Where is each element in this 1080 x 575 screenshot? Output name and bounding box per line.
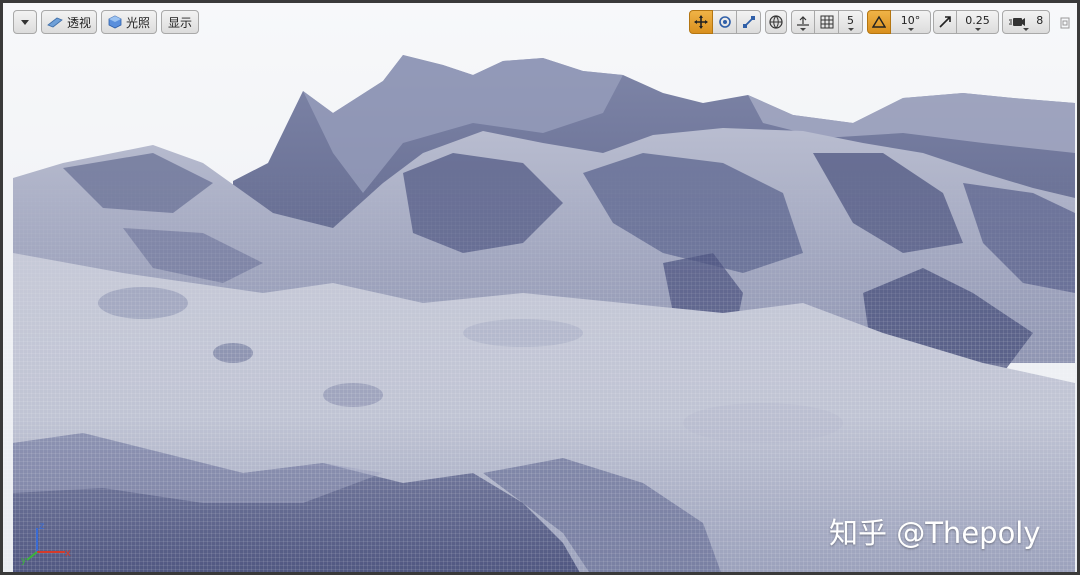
grid-snap-icon bbox=[820, 15, 833, 29]
rotate-tool-button[interactable] bbox=[713, 10, 737, 34]
scale-snap-icon bbox=[939, 16, 951, 28]
viewport-toolbar: 透视 光照 显示 5 10° 0.25 8 bbox=[13, 10, 1070, 36]
scale-tool-button[interactable] bbox=[737, 10, 761, 34]
translate-icon bbox=[694, 15, 708, 29]
surface-snap-button[interactable] bbox=[791, 10, 815, 34]
svg-text:z: z bbox=[39, 521, 44, 532]
maximize-icon bbox=[1060, 17, 1070, 29]
scale-snap-group: 0.25 bbox=[933, 10, 999, 34]
snapping-group: 5 bbox=[791, 10, 863, 34]
dropdown-arrow-icon bbox=[21, 19, 29, 25]
coordinate-space-group bbox=[765, 10, 787, 34]
rotation-snap-toggle[interactable] bbox=[867, 10, 891, 34]
rotate-icon bbox=[718, 16, 731, 28]
lit-mode-label: 光照 bbox=[125, 15, 150, 30]
perspective-button[interactable]: 透视 bbox=[41, 10, 97, 34]
rotation-snap-value: 10° bbox=[900, 13, 921, 27]
level-viewport[interactable]: 透视 光照 显示 5 10° 0.25 8 z x y 知乎 @Thepoly bbox=[0, 0, 1080, 575]
rotation-snap-caret bbox=[907, 28, 914, 31]
watermark-text: 知乎 @Thepoly bbox=[829, 516, 1041, 550]
axis-y: y bbox=[21, 551, 38, 566]
grid-snap-toggle[interactable] bbox=[815, 10, 839, 34]
scale-icon bbox=[742, 16, 755, 28]
lit-mode-button[interactable]: 光照 bbox=[101, 10, 157, 34]
surface-snap-icon bbox=[797, 16, 809, 26]
transform-tools-group bbox=[689, 10, 761, 34]
rotation-snap-value-dropdown[interactable]: 10° bbox=[891, 10, 931, 34]
rotation-snap-group: 10° bbox=[867, 10, 931, 34]
grid-snap-value: 5 bbox=[847, 13, 854, 27]
perspective-icon bbox=[47, 17, 63, 28]
world-local-icon bbox=[769, 15, 783, 29]
camera-speed-caret bbox=[1023, 28, 1029, 31]
scale-snap-caret bbox=[974, 28, 981, 31]
axis-z: z bbox=[36, 521, 44, 552]
lit-mode-icon bbox=[108, 15, 122, 29]
translate-tool-button[interactable] bbox=[689, 10, 713, 34]
show-flags-button[interactable]: 显示 bbox=[161, 10, 199, 34]
maximize-viewport-button[interactable] bbox=[1059, 15, 1071, 29]
axis-gizmo: z x y bbox=[21, 521, 71, 566]
scale-snap-value: 0.25 bbox=[965, 13, 990, 27]
show-label: 显示 bbox=[167, 15, 192, 30]
axis-x: x bbox=[37, 548, 71, 559]
camera-speed-value: 8 bbox=[1036, 13, 1044, 27]
world-local-toggle[interactable] bbox=[765, 10, 787, 34]
scale-snap-toggle[interactable] bbox=[933, 10, 957, 34]
svg-text:x: x bbox=[65, 548, 71, 559]
scale-snap-value-dropdown[interactable]: 0.25 bbox=[957, 10, 999, 34]
perspective-label: 透视 bbox=[66, 15, 91, 30]
viewport-options-button[interactable] bbox=[13, 10, 37, 34]
grid-snap-caret bbox=[847, 28, 854, 31]
terrain-scene[interactable] bbox=[3, 3, 1080, 575]
camera-speed-icon bbox=[1008, 18, 1025, 26]
camera-speed-group: 8 bbox=[1002, 10, 1050, 34]
rotation-snap-icon bbox=[872, 15, 886, 28]
camera-speed-button[interactable]: 8 bbox=[1002, 10, 1050, 34]
svg-text:y: y bbox=[21, 556, 27, 566]
grid-snap-value-dropdown[interactable]: 5 bbox=[839, 10, 863, 34]
surface-snap-caret bbox=[800, 28, 806, 31]
